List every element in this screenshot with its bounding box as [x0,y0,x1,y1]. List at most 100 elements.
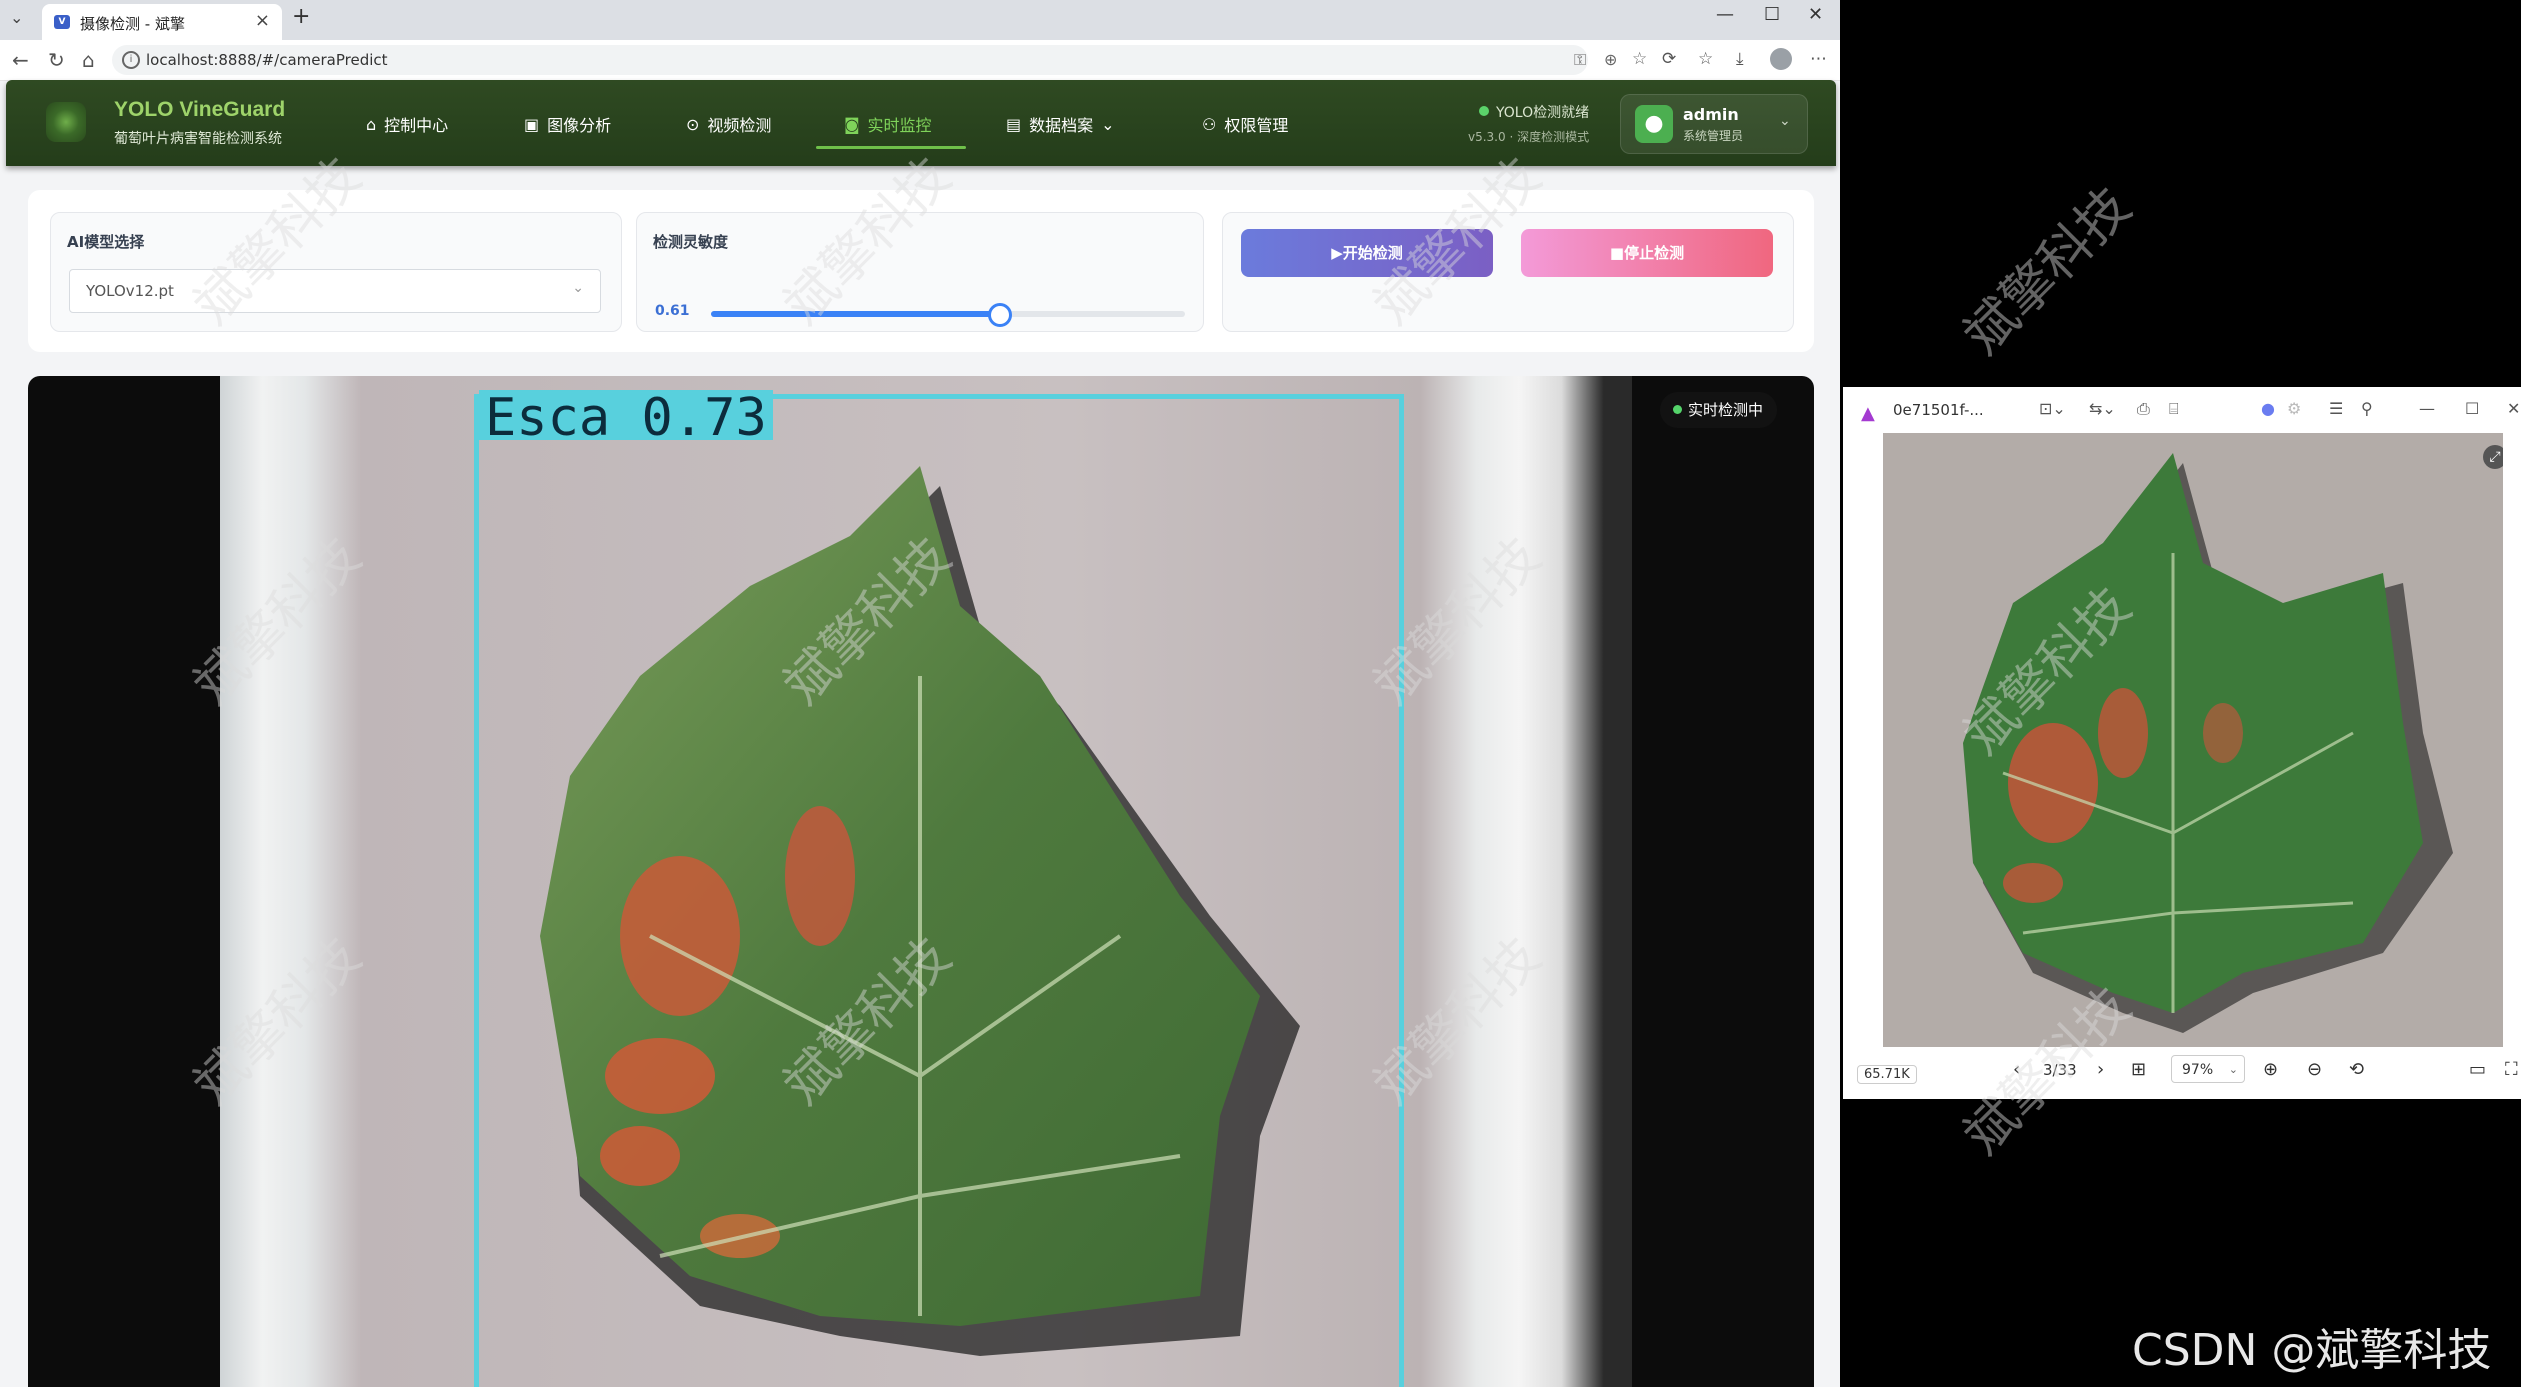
image-icon: ▣ [524,114,540,134]
nav-item-permissions[interactable]: ⚇ 权限管理 [1202,108,1288,140]
reload-icon[interactable]: ↻ [48,48,65,72]
nav-item-video-detection[interactable]: ⊙ 视频检测 [686,108,771,140]
detection-bounding-box [474,394,1404,1387]
active-nav-indicator [816,146,966,149]
url-field[interactable]: i localhost:8888/#/cameraPredict ⚿ ⊕ ☆ [112,45,1647,75]
user-name: admin [1683,105,1739,124]
rotate-icon[interactable]: ⇆⌄ [2089,399,2116,418]
more-menu-icon[interactable]: ⋯ [1810,49,1827,69]
zoom-select[interactable]: 97% ⌄ [2171,1055,2245,1083]
sensitivity-slider-handle[interactable] [988,303,1013,327]
tab-list-chevron-icon[interactable]: ⌄ [10,8,23,27]
fit-screen-icon[interactable]: ⤢ [2483,445,2503,469]
watermark: 斌擎科技 [1953,176,2143,367]
maximize-icon[interactable]: ☐ [1764,4,1780,25]
pin-icon[interactable]: ⚲ [2361,399,2373,418]
document-icon: ▤ [1006,114,1022,134]
actual-size-icon[interactable]: ⊞ [2131,1059,2146,1080]
maximize-icon[interactable]: ☐ [2465,399,2479,418]
key-icon[interactable]: ⚿ [1574,50,1586,70]
play-circle-icon: ⊙ [686,114,700,134]
avatar-icon: ● [1635,105,1673,143]
viewer-bottom-bar: 65.71K ‹ 3/33 › ⊞ 97% ⌄ ⊕ ⊖ ⟲ ▭ ⛶ [1843,1047,2521,1099]
model-select-title: AI模型选择 [67,233,145,251]
chevron-down-icon: ⌄ [1779,113,1791,129]
sensitivity-title: 检测灵敏度 [653,233,729,251]
camera-feed: Esca 0.73 实时检测中 [28,376,1814,1387]
share-icon[interactable]: ⌸ [2169,399,2179,419]
start-detection-button[interactable]: ▶开始检测 [1241,229,1493,277]
stop-detection-button[interactable]: ■停止检测 [1521,229,1773,277]
print-icon[interactable]: ⎙ [2137,399,2150,419]
nav-item-image-analysis[interactable]: ▣ 图像分析 [524,108,611,140]
nav-item-data-archive[interactable]: ▤ 数据档案 ⌄ [1006,108,1115,140]
live-status-text: 实时检测中 [1688,401,1764,419]
user-role: 系统管理员 [1683,129,1744,143]
brand-subtitle: 葡萄叶片病害智能检测系统 [114,131,282,147]
status-label: YOLO检测就绪 [1496,105,1590,121]
ai-assistant-icon[interactable]: ● [2261,399,2275,418]
status-dot [1479,106,1489,116]
url-text: localhost:8888/#/cameraPredict [146,51,388,69]
zoom-icon[interactable]: ⊕ [1604,50,1617,69]
close-icon[interactable]: ✕ [2507,399,2520,418]
viewer-app-icon: ▲ [1861,403,1875,424]
rotate-image-icon[interactable]: ⟲ [2349,1059,2364,1080]
model-select[interactable]: YOLOv12.pt ⌄ [69,269,601,313]
file-size: 65.71K [1857,1065,1917,1084]
edit-image-icon[interactable]: ⊡⌄ [2039,399,2066,418]
profile-avatar-icon[interactable] [1770,48,1792,70]
minimize-icon[interactable]: — [1716,4,1734,25]
nav-label: 权限管理 [1224,116,1289,135]
grape-leaf-photo [1963,453,2453,1033]
detection-label: Esca 0.73 [479,390,773,446]
nav-label: 图像分析 [547,116,612,135]
zoom-in-icon[interactable]: ⊕ [2263,1059,2278,1080]
zoom-out-icon[interactable]: ⊖ [2307,1059,2322,1080]
home-icon[interactable]: ⌂ [82,48,95,72]
minimize-icon[interactable]: — [2419,399,2435,418]
prev-image-icon[interactable]: ‹ [2013,1059,2020,1080]
extension-icon[interactable]: ⟳ [1662,49,1676,69]
vue-favicon-icon: V [54,15,70,29]
image-viewer-window: ▲ 0e71501f-... ⊡⌄ ⇆⌄ ⎙ ⌸ ● ⚙ ☰ ⚲ — ☐ ✕ ⤢… [1843,387,2521,1099]
viewer-file-title: 0e71501f-... [1893,401,1984,419]
page-indicator: 3/33 [2043,1061,2077,1079]
app-logo-icon [46,102,86,142]
address-bar-row: ← ↻ ⌂ i localhost:8888/#/cameraPredict ⚿… [0,40,1840,81]
favorites-icon[interactable]: ☆ [1698,49,1713,69]
download-icon[interactable]: ⤓ [1736,49,1744,69]
bookmark-star-icon[interactable]: ☆ [1632,49,1647,69]
control-panel: AI模型选择 YOLOv12.pt ⌄ 检测灵敏度 0.61 ▶开始检测 ■停止… [28,190,1814,352]
browser-tab[interactable]: V 摄像检测 - 斌擎 × [42,4,282,40]
viewer-titlebar: ▲ 0e71501f-... ⊡⌄ ⇆⌄ ⎙ ⌸ ● ⚙ ☰ ⚲ — ☐ ✕ [1843,387,2521,433]
site-info-icon[interactable]: i [122,51,140,69]
thumbnail-icon[interactable]: ▭ [2469,1059,2486,1080]
browser-window: ⌄ V 摄像检测 - 斌擎 × + — ☐ ✕ ← ↻ ⌂ i localhos… [0,0,1840,1387]
next-image-icon[interactable]: › [2097,1059,2104,1080]
new-tab-icon[interactable]: + [292,4,310,29]
close-window-icon[interactable]: ✕ [1808,4,1823,25]
user-menu[interactable]: ● admin 系统管理员 ⌄ [1620,94,1808,154]
sensitivity-card: 检测灵敏度 0.61 [636,212,1204,332]
settings-icon[interactable]: ⚙ [2287,399,2301,418]
sensitivity-slider[interactable] [711,303,1185,327]
live-status-badge: 实时检测中 [1660,392,1778,428]
user-icon: ⚇ [1202,114,1217,134]
nav-label: 实时监控 [867,116,932,135]
nav-item-dashboard[interactable]: ⌂ 控制中心 [366,108,448,140]
fullscreen-icon[interactable]: ⛶ [2505,1059,2518,1080]
sensitivity-value: 0.61 [655,303,690,319]
model-select-card: AI模型选择 YOLOv12.pt ⌄ [50,212,622,332]
menu-icon[interactable]: ☰ [2329,399,2343,418]
sensitivity-slider-fill [711,311,1001,317]
tab-title: 摄像检测 - 斌擎 [80,15,185,33]
version-label: v5.3.0 · 深度检测模式 [1468,130,1590,144]
close-tab-icon[interactable]: × [255,10,270,31]
app-header: YOLO VineGuard 葡萄叶片病害智能检测系统 ⌂ 控制中心 ▣ 图像分… [6,80,1836,166]
chevron-down-icon: ⌄ [2228,1063,2238,1076]
brand-name: YOLO VineGuard [114,98,286,121]
nav-item-realtime-monitor[interactable]: ◙ 实时监控 [844,108,932,140]
tab-strip: ⌄ V 摄像检测 - 斌擎 × + — ☐ ✕ [0,0,1840,40]
back-icon[interactable]: ← [12,48,29,72]
